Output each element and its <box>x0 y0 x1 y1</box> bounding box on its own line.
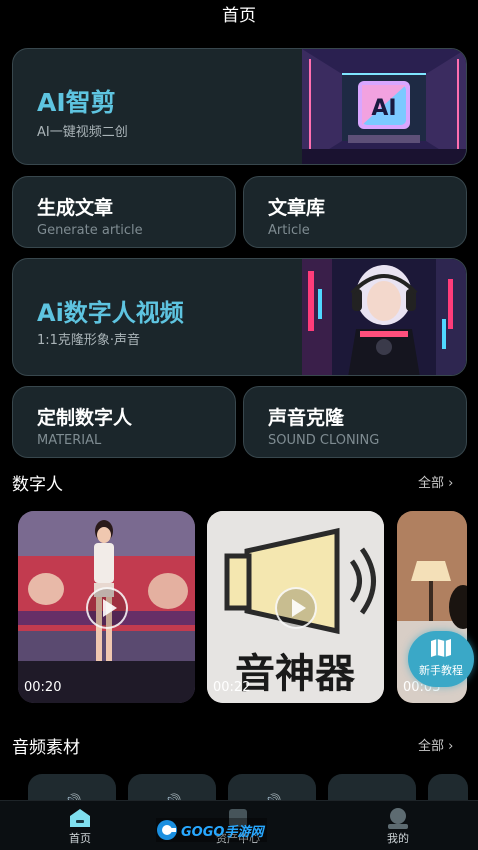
digital-human-section-title: 数字人 <box>12 475 63 495</box>
audio-see-all-link[interactable]: 全部 › <box>418 735 453 754</box>
article-library-card[interactable]: 文章库 Article <box>243 176 467 248</box>
ai-thumb-text: AI <box>371 96 396 121</box>
watermark: GOGO手游网 <box>156 818 268 842</box>
generate-article-card[interactable]: 生成文章 Generate article <box>12 176 236 248</box>
ai-digital-video-title: Ai数字人视频 <box>37 299 184 327</box>
tab-profile[interactable]: 我的 <box>358 801 438 850</box>
voice-clone-subtitle: SOUND CLONING <box>268 433 380 448</box>
digital-human-thumbnail <box>302 259 466 375</box>
audio-section-title: 音频素材 <box>12 738 80 758</box>
video-card-2[interactable]: 音神器 00:22 <box>207 511 384 703</box>
ai-digital-video-subtitle: 1:1克隆形象·声音 <box>37 333 141 348</box>
tutorial-fab-label: 新手教程 <box>419 664 463 677</box>
video-overlay-text: 音神器 <box>235 651 356 697</box>
page-title: 首页 <box>222 6 256 26</box>
video-duration: 00:22 <box>213 680 251 695</box>
watermark-logo-icon <box>157 820 177 840</box>
play-icon[interactable] <box>86 587 128 629</box>
ai-edit-card[interactable]: AI智剪 AI一键视频二创 AI <box>12 48 467 165</box>
map-icon <box>431 639 451 657</box>
video-duration: 00:20 <box>24 680 62 695</box>
voice-clone-title: 声音克隆 <box>268 407 345 429</box>
tab-home[interactable]: 首页 <box>40 801 120 850</box>
tab-home-label: 首页 <box>69 832 91 845</box>
digital-human-see-all-link[interactable]: 全部 › <box>418 472 453 491</box>
ai-edit-subtitle: AI一键视频二创 <box>37 125 128 140</box>
tab-profile-label: 我的 <box>387 832 409 845</box>
custom-digital-human-card[interactable]: 定制数字人 MATERIAL <box>12 386 236 458</box>
ai-digital-video-card[interactable]: Ai数字人视频 1:1克隆形象·声音 <box>12 258 467 376</box>
generate-article-title: 生成文章 <box>37 197 114 219</box>
generate-article-subtitle: Generate article <box>37 223 143 238</box>
ai-edit-title: AI智剪 <box>37 88 116 117</box>
video-card-1[interactable]: 00:20 <box>18 511 195 703</box>
user-icon <box>388 808 408 829</box>
watermark-text: GOGO手游网 <box>181 824 264 840</box>
ai-edit-thumbnail: AI <box>302 49 466 164</box>
custom-digital-human-subtitle: MATERIAL <box>37 433 102 448</box>
tutorial-fab[interactable]: 新手教程 <box>408 631 474 687</box>
play-icon[interactable] <box>275 587 317 629</box>
home-icon <box>70 809 90 827</box>
voice-clone-card[interactable]: 声音克隆 SOUND CLONING <box>243 386 467 458</box>
custom-digital-human-title: 定制数字人 <box>37 407 133 429</box>
article-library-subtitle: Article <box>268 223 310 238</box>
article-library-title: 文章库 <box>268 197 326 219</box>
